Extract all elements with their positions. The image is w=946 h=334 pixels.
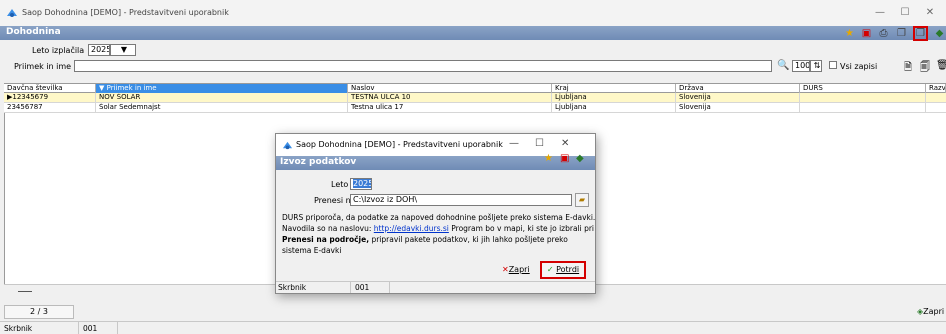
module-title: Dohodnina bbox=[6, 27, 61, 37]
durs-cell bbox=[800, 93, 926, 103]
window-title: Saop Dohodnina [DEMO] - Predstavitveni u… bbox=[22, 8, 229, 17]
edit-icon[interactable]: 🗐 bbox=[920, 60, 930, 77]
browse-folder-button[interactable]: ▰ bbox=[575, 193, 589, 207]
info-text-line4: sistema E-davki bbox=[282, 246, 342, 255]
dialog-window-title: Saop Dohodnina [DEMO] - Predstavitveni u… bbox=[296, 140, 503, 149]
search-label: Priimek in ime bbox=[14, 62, 72, 71]
pdf-icon[interactable]: ▣ bbox=[860, 27, 873, 40]
all-records-label: Vsi zapisi bbox=[840, 62, 878, 71]
table-row[interactable]: 23456787 Šolar Sedemnajst Testna ulica 1… bbox=[4, 103, 946, 113]
copy-icon[interactable]: ❐ bbox=[895, 27, 908, 40]
pager: 2 / 3 bbox=[4, 305, 74, 319]
export-icon[interactable]: ❐ bbox=[913, 26, 928, 41]
search-icon[interactable]: 🔍 bbox=[777, 60, 789, 71]
dialog-maximize-button[interactable]: ☐ bbox=[535, 138, 544, 149]
app-icon bbox=[7, 9, 17, 17]
city-cell: Ljubljana bbox=[552, 103, 676, 113]
exit-icon[interactable]: ◆ bbox=[576, 153, 584, 164]
star-icon[interactable]: ★ bbox=[843, 27, 856, 40]
year-input[interactable]: 2025 bbox=[88, 44, 110, 56]
close-window-button[interactable]: ✕ bbox=[922, 6, 938, 20]
custodian-label: Skrbnik bbox=[4, 324, 33, 333]
dialog-close-window-button[interactable]: ✕ bbox=[561, 138, 569, 149]
sort-arrow-icon: ▼ bbox=[99, 84, 107, 92]
close-button[interactable]: ◈Zapri bbox=[917, 307, 944, 316]
dialog-custodian-value: 001 bbox=[350, 282, 390, 293]
tax-number-cell: ▶12345679 bbox=[4, 93, 96, 103]
search-input[interactable] bbox=[74, 60, 772, 72]
window-titlebar: Saop Dohodnina [DEMO] - Predstavitveni u… bbox=[0, 0, 946, 26]
table-row[interactable]: ▶12345679 NOV ŠOLAR TESTNA ULCA 10 Ljubl… bbox=[4, 93, 946, 103]
dialog-year-label: Leto bbox=[331, 180, 349, 189]
maximize-button[interactable]: ☐ bbox=[897, 6, 913, 20]
custodian-value: 001 bbox=[78, 322, 118, 334]
info-text-line3: Prenesi na področje, pripravil pakete po… bbox=[282, 235, 568, 244]
address-cell: Testna ulica 17 bbox=[348, 103, 552, 113]
dialog-minimize-button[interactable]: — bbox=[509, 138, 519, 149]
dialog-year-input[interactable]: 2025 bbox=[350, 178, 372, 190]
city-cell: Ljubljana bbox=[552, 93, 676, 103]
minus-icon bbox=[18, 291, 32, 292]
info-text-line1: DURS priporoča, da podatke za napoved do… bbox=[282, 213, 596, 222]
dialog-status-bar: Skrbnik 001 bbox=[276, 281, 595, 293]
star-icon[interactable]: ★ bbox=[544, 153, 553, 164]
document-icon[interactable]: 🗎 bbox=[904, 60, 912, 77]
dialog-close-button[interactable]: ✕Zapri bbox=[502, 265, 530, 274]
country-cell: Slovenija bbox=[676, 93, 800, 103]
edavki-link[interactable]: http://edavki.durs.si bbox=[374, 224, 449, 233]
export-dialog: Saop Dohodnina [DEMO] - Predstavitveni u… bbox=[275, 133, 596, 294]
year-label: Leto izplačila bbox=[32, 46, 85, 55]
all-records-checkbox[interactable] bbox=[829, 61, 837, 69]
x-icon: ✕ bbox=[502, 265, 509, 274]
year-dropdown[interactable]: ▼ bbox=[110, 44, 136, 56]
count-spinner[interactable]: ⇅ bbox=[810, 60, 822, 72]
app-icon bbox=[282, 141, 293, 150]
record-count-input[interactable]: 100 bbox=[792, 60, 810, 72]
durs-cell bbox=[800, 103, 926, 113]
status-bar: Skrbnik 001 bbox=[0, 321, 946, 334]
tax-number-cell: 23456787 bbox=[4, 103, 96, 113]
country-cell: Slovenija bbox=[676, 103, 800, 113]
exit-icon[interactable]: ◆ bbox=[933, 27, 946, 40]
folder-icon: ▰ bbox=[578, 195, 586, 204]
delete-icon[interactable]: 🗑 bbox=[936, 60, 946, 71]
info-text-line2: Navodila so na naslovu: http://edavki.du… bbox=[282, 224, 595, 233]
check-icon: ✓ bbox=[546, 265, 554, 274]
address-cell: TESTNA ULCA 10 bbox=[348, 93, 552, 103]
table-header: Davčna številka ▼ Priimek in ime Naslov … bbox=[4, 83, 946, 94]
name-cell: Šolar Sedemnajst bbox=[96, 103, 348, 113]
confirm-button[interactable]: ✓ Potrdi bbox=[540, 261, 586, 279]
pdf-icon[interactable]: ▣ bbox=[560, 153, 569, 164]
minimize-button[interactable]: — bbox=[872, 6, 888, 20]
name-cell: NOV ŠOLAR bbox=[96, 93, 348, 103]
dialog-title: Izvoz podatkov bbox=[280, 157, 357, 167]
chevron-down-icon: ▼ bbox=[120, 45, 128, 54]
print-icon[interactable]: ⎙ bbox=[877, 27, 890, 40]
module-header: Dohodnina bbox=[0, 26, 946, 40]
dialog-custodian-label: Skrbnik bbox=[278, 283, 307, 292]
transfer-path-input[interactable]: C:\Izvoz iz DOH\ bbox=[350, 194, 572, 206]
